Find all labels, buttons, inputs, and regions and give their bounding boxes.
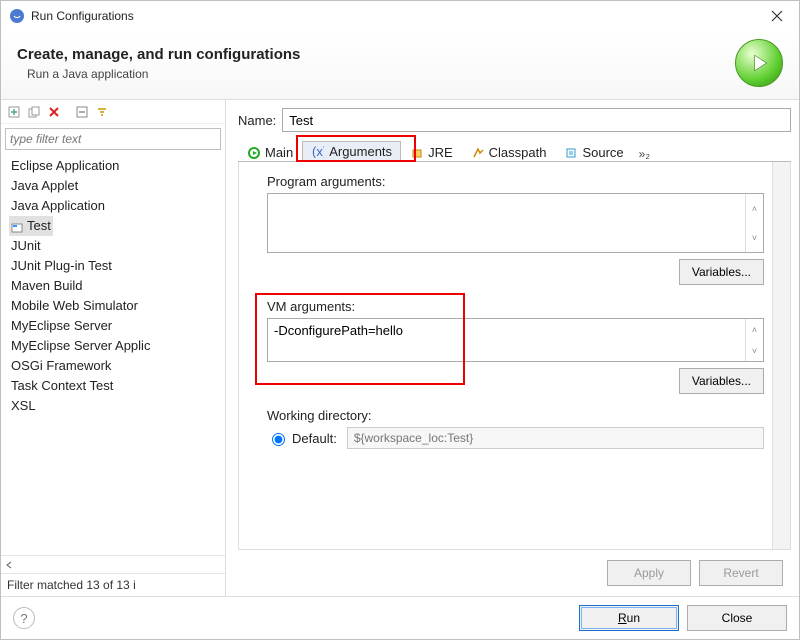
tree-item[interactable]: XSL [9, 396, 225, 416]
tree-item-label: Mobile Web Simulator [11, 298, 138, 313]
run-orb-icon [735, 39, 783, 87]
name-input[interactable] [282, 108, 791, 132]
run-button[interactable]: Run [579, 605, 679, 631]
classpath-tab-icon [471, 146, 485, 160]
arguments-tab-icon: (x)= [311, 145, 325, 159]
tab-label: Classpath [489, 145, 547, 160]
tree-item-label: MyEclipse Server [11, 318, 112, 333]
apply-button[interactable]: Apply [607, 560, 691, 586]
tree-item[interactable]: Java Application [9, 196, 225, 216]
vm-args-box: ˄˅ [267, 318, 764, 362]
tab-main[interactable]: Main [238, 142, 302, 162]
program-args-label: Program arguments: [267, 174, 764, 189]
working-dir-default-row: Default: [267, 427, 764, 449]
duplicate-config-icon[interactable] [25, 103, 43, 121]
name-row: Name: [238, 108, 791, 132]
vm-args-label: VM arguments: [267, 299, 764, 314]
dialog-header: Create, manage, and run configurations R… [1, 31, 799, 100]
jre-tab-icon [410, 146, 424, 160]
tab-label: JRE [428, 145, 453, 160]
tree-item[interactable]: Eclipse Application [9, 156, 225, 176]
tree-item-label: Java Application [11, 198, 105, 213]
tree-item[interactable]: JUnit Plug-in Test [9, 256, 225, 276]
tree-filter [5, 128, 221, 150]
tree-item[interactable]: Mobile Web Simulator [9, 296, 225, 316]
tab-label: Source [582, 145, 623, 160]
dialog-heading: Create, manage, and run configurations [17, 46, 735, 63]
tree-filter-input[interactable] [5, 128, 221, 150]
vm-args-spinner[interactable]: ˄˅ [745, 319, 763, 361]
dialog-footer: ? Run Close [1, 596, 799, 639]
source-tab-icon [564, 146, 578, 160]
tab-vscrollbar[interactable] [772, 162, 790, 549]
tree-item-label: OSGi Framework [11, 358, 111, 373]
dialog-run-configurations: Run Configurations Create, manage, and r… [0, 0, 800, 640]
tabs-overflow[interactable]: »₂ [633, 147, 656, 161]
java-launch-icon [11, 221, 25, 233]
program-args-input[interactable] [268, 194, 745, 252]
help-icon[interactable]: ? [13, 607, 35, 629]
tree-item[interactable]: MyEclipse Server Applic [9, 336, 225, 356]
tree-item[interactable]: Task Context Test [9, 376, 225, 396]
tree-hscrollbar[interactable] [1, 555, 225, 573]
tree-item-label: Task Context Test [11, 378, 113, 393]
delete-config-icon[interactable] [45, 103, 63, 121]
config-tabs: Main (x)= Arguments JRE Classpath Source »₂ [238, 138, 791, 162]
vm-args-input[interactable] [268, 319, 745, 361]
working-dir-default-value [347, 427, 764, 449]
config-editor-panel: Name: Main (x)= Arguments JRE Classpath Sourc… [226, 100, 799, 596]
tree-item-label: MyEclipse Server Applic [11, 338, 150, 353]
dialog-subheading: Run a Java application [27, 67, 735, 81]
collapse-all-icon[interactable] [73, 103, 91, 121]
svg-text:(x)=: (x)= [312, 146, 324, 158]
tree-item-label: JUnit [11, 238, 41, 253]
new-config-icon[interactable] [5, 103, 23, 121]
program-args-spinner[interactable]: ˄˅ [745, 194, 763, 252]
config-tree-panel: Eclipse Application Java Applet Java Appli… [1, 100, 226, 596]
filter-menu-icon[interactable] [93, 103, 111, 121]
config-tree[interactable]: Eclipse Application Java Applet Java Appli… [1, 154, 225, 555]
titlebar: Run Configurations [1, 1, 799, 31]
tab-body: Program arguments: ˄˅ Variables... VM ar… [238, 162, 791, 550]
revert-button[interactable]: Revert [699, 560, 783, 586]
tab-arguments[interactable]: (x)= Arguments [302, 141, 401, 162]
tab-label: Main [265, 145, 293, 160]
tree-item[interactable]: MyEclipse Server [9, 316, 225, 336]
tree-item-label: JUnit Plug-in Test [11, 258, 112, 273]
tree-item-label: Eclipse Application [11, 158, 119, 173]
tree-item[interactable]: OSGi Framework [9, 356, 225, 376]
window-close-button[interactable] [763, 2, 791, 30]
tree-toolbar [1, 100, 225, 124]
tab-classpath[interactable]: Classpath [462, 142, 556, 162]
close-button[interactable]: Close [687, 605, 787, 631]
apply-revert-row: Apply Revert [238, 550, 791, 596]
name-label: Name: [238, 113, 276, 128]
tree-item-label: Java Applet [11, 178, 78, 193]
tree-item[interactable]: Test [9, 216, 53, 236]
tree-item[interactable]: Java Applet [9, 176, 225, 196]
tab-source[interactable]: Source [555, 142, 632, 162]
app-icon [9, 8, 25, 24]
tab-label: Arguments [329, 144, 392, 159]
dialog-body: Eclipse Application Java Applet Java Appli… [1, 100, 799, 596]
program-args-box: ˄˅ [267, 193, 764, 253]
working-dir-default-label: Default: [292, 431, 337, 446]
window-title: Run Configurations [31, 9, 763, 23]
tree-filter-status: Filter matched 13 of 13 i [1, 573, 225, 596]
tree-item-label: Maven Build [11, 278, 83, 293]
tab-jre[interactable]: JRE [401, 142, 462, 162]
main-tab-icon [247, 146, 261, 160]
program-args-variables-button[interactable]: Variables... [679, 259, 764, 285]
tree-item-label: Test [27, 218, 51, 233]
vm-args-variables-button[interactable]: Variables... [679, 368, 764, 394]
tree-item[interactable]: JUnit [9, 236, 225, 256]
tree-item[interactable]: Maven Build [9, 276, 225, 296]
working-dir-default-radio[interactable] [272, 433, 285, 446]
tree-item-label: XSL [11, 398, 36, 413]
working-dir-label: Working directory: [267, 408, 764, 423]
